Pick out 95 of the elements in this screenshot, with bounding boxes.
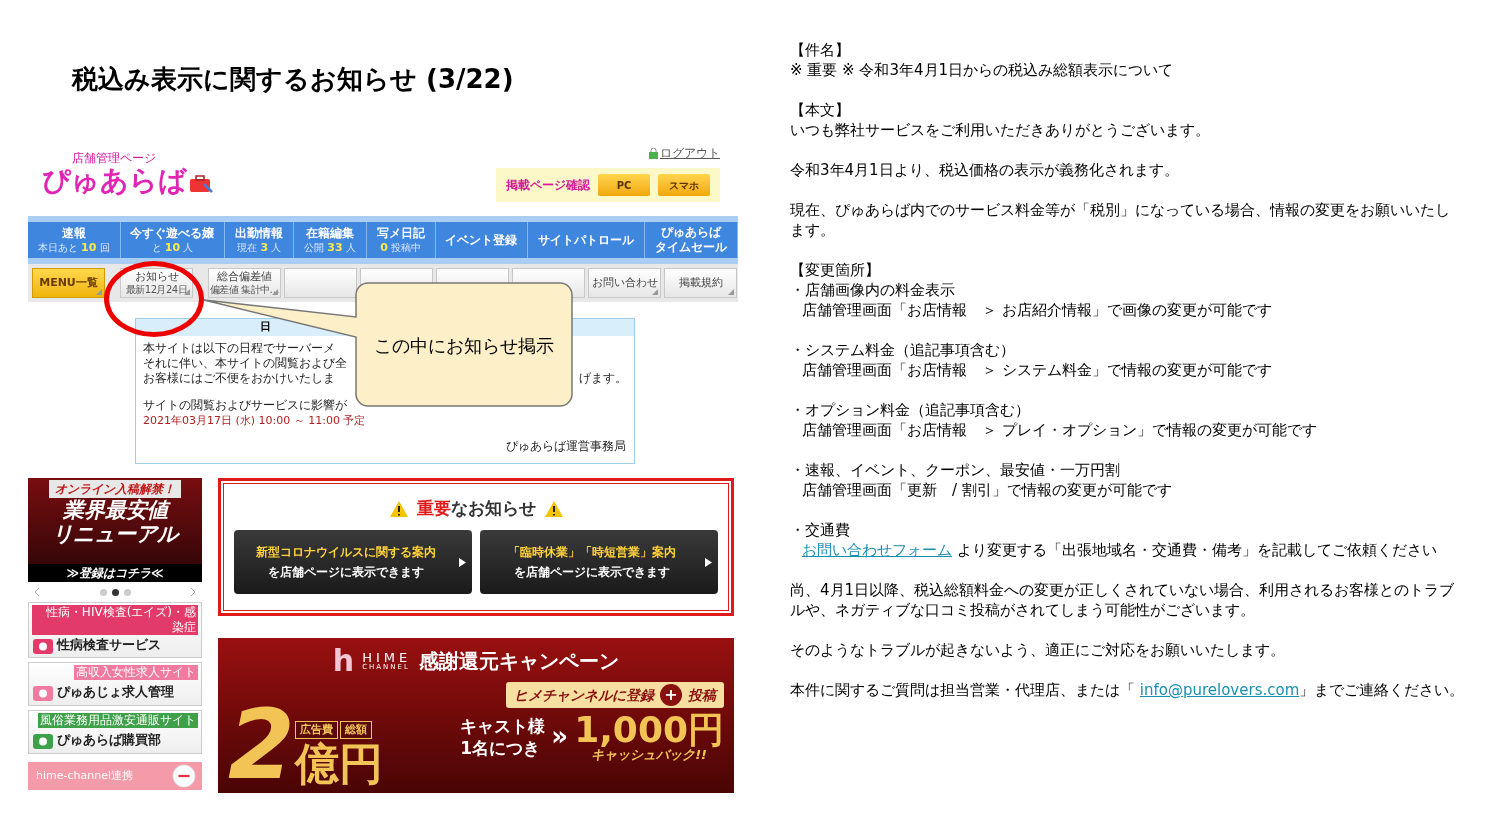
text-line: ・オプション料金（追記事項含む） — [790, 400, 1031, 420]
notice-text: 本サイトは以下の日程でサーバーメ — [143, 341, 335, 356]
corner-triangle-icon — [96, 289, 102, 295]
promo-banner[interactable]: オンライン入稿解禁！ 業界最安値 リニューアル ≫登録はコチラ≪ — [28, 478, 202, 582]
banner-text: ≫登録はコチラ≪ — [28, 564, 202, 582]
cashback-text: キャッシュバック!! — [591, 748, 707, 761]
nav-tab[interactable]: 写メ日記 0 投稿中 — [366, 222, 436, 258]
service-title: ぴゅあじょ求人管理 — [57, 682, 174, 701]
amount-tag: 総額 — [339, 720, 372, 739]
nav-tab[interactable]: 今すぐ遊べる嬢 と 10 人 — [120, 222, 226, 258]
text-line: そのようなトラブルが起きないよう、適正にご対応をお願いいたします。 — [790, 640, 1286, 660]
lock-icon — [649, 147, 658, 159]
minus-circle-icon[interactable] — [172, 764, 196, 788]
nav-tab[interactable]: ぴゅあらば タイムセール — [645, 222, 738, 258]
slide-title: 税込み表示に関するお知らせ (3/22) — [72, 66, 515, 92]
chevron-right-icon[interactable] — [190, 587, 196, 597]
brand-name: HIME — [362, 651, 412, 664]
shortcut-button[interactable]: 掲載規約 — [664, 268, 737, 298]
service-tag: 高収入女性求人サイト — [74, 665, 198, 680]
corner-triangle-icon — [728, 289, 734, 295]
shortcut-button[interactable] — [284, 268, 357, 298]
brand-mark: h — [332, 646, 355, 676]
notice-text: サイトの閲覧およびサービスに影響が — [143, 398, 347, 413]
text-line: 店舗管理画面「お店情報 ＞ システム料金」で情報の変更が可能です — [801, 360, 1273, 380]
campaign-title: 感謝還元キャンペーン — [419, 648, 620, 675]
service-tag: 風俗業務用品激安通販サイト — [38, 713, 198, 728]
notice-link-button[interactable]: 新型コロナウイルスに関する案内 を店舗ページに表示できます — [234, 529, 472, 594]
warning-icon — [388, 499, 409, 518]
toolbox-icon — [189, 174, 213, 194]
notice-text: げます。 — [579, 371, 627, 386]
text-line: いつも弊社サービスをご利用いただきありがとうございます。 — [790, 120, 1211, 140]
nav-tab[interactable]: サイトパトロール — [528, 222, 646, 258]
notice-text: それに伴い、本サイトの閲覧および全 — [143, 356, 347, 371]
shortcut-button[interactable]: 総合偏差値 偏差値 集計中… — [208, 268, 281, 298]
text-line: 尚、4月1日以降、税込総額料金への変更が正しくされていない場合、利用されるお客様とのトラブルや、ネガティブな口コミ投稿がされてしまう可能性がございます。 — [790, 580, 1456, 620]
service-tag: 性病・HIV検査(エイズ)・感染症 — [32, 605, 198, 635]
corner-triangle-icon — [272, 289, 278, 295]
nav-tab[interactable]: 出勤情報 現在 3 人 — [225, 222, 295, 258]
contact-form-link[interactable]: お問い合わせフォーム — [802, 541, 952, 559]
notice-title: 日 — [260, 319, 271, 336]
text-line: 【本文】 — [790, 100, 851, 120]
text-line: 本件に関するご質問は担当営業・代理店、または「 info@purelovers.com」までご連絡ください。 — [790, 680, 1464, 700]
nav-tab[interactable]: 在籍編集 公開 33 人 — [294, 222, 367, 258]
preview-button[interactable]: スマホ — [658, 174, 710, 196]
service-link-card[interactable]: 高収入女性求人サイト ぴゅあじょ求人管理 — [28, 662, 202, 706]
text-line: ・速報、イベント、クーポン、最安値・一万円割 — [790, 460, 1121, 480]
logo-subtitle: 店舗管理ページ — [71, 152, 157, 164]
amount-tag: 広告費 — [294, 720, 338, 739]
text-line: ・システム料金（追記事項含む） — [790, 340, 1016, 360]
play-arrow-icon — [705, 557, 712, 567]
service-title: 性病検査サービス — [57, 636, 161, 655]
shortcut-button[interactable]: お知らせ 最新12月24日 — [120, 268, 193, 298]
preview-label: 掲載ページ確認 — [506, 177, 590, 194]
preview-button[interactable]: PC — [598, 174, 650, 196]
nav-tab[interactable]: イベント登録 — [435, 222, 529, 258]
hime-channel-label: hime-channel連携 — [36, 767, 133, 784]
email-link[interactable]: info@purelovers.com — [1139, 681, 1300, 699]
callout-text: この中にお知らせ掲示 — [374, 334, 554, 358]
cashback-amount: 1,000円 — [574, 712, 724, 748]
shortcut-button[interactable]: お問い合わせ — [588, 268, 661, 298]
text-line: ・交通費 — [790, 520, 851, 540]
notice-link-button[interactable]: 「臨時休業」「時短営業」案内 を店舗ページに表示できます — [480, 529, 718, 594]
notice-signature: ぴゅあらば運営事務局 — [506, 438, 626, 455]
text-line: ※ 重要 ※ 令和3年4月1日からの税込み総額表示について — [790, 60, 1175, 80]
big-digit: 2 — [228, 697, 295, 793]
cast-text: キャスト様 — [460, 714, 546, 737]
text-line: お問い合わせフォーム より変更する「出張地域名・交通費・備考」を記載してご依頼ください — [801, 540, 1438, 560]
text-line: 店舗管理画面「お店情報 ＞ プレイ・オプション」で情報の変更が可能です — [801, 420, 1318, 440]
logout-link[interactable]: ログアウト — [660, 144, 720, 162]
service-link-card[interactable]: 風俗業務用品激安通販サイト ぴゅあらば購買部 — [28, 710, 202, 754]
play-arrow-icon — [459, 557, 466, 567]
text-line: ・店舗画像内の料金表示 — [790, 280, 956, 300]
text-line: 令和3年4月1日より、税込価格の表示が義務化されます。 — [790, 160, 1180, 180]
banner-text: オンライン入稿解禁！ — [49, 480, 181, 498]
arrow-text: » — [551, 720, 569, 753]
corner-triangle-icon — [652, 289, 658, 295]
maintenance-date: 2021年03月17日 (水) 10:00 ～ 11:00 予定 — [143, 413, 367, 428]
text-line: 【変更箇所】 — [790, 260, 881, 280]
important-title: 重要なお知らせ — [416, 497, 536, 520]
text-line: 店舗管理画面「更新 / 割引」で情報の変更が可能です — [801, 480, 1173, 500]
banner-text: リニューアル — [52, 522, 178, 546]
text-line: 現在、ぴゅあらば内でのサービス料金等が「税別」になっている場合、情報の変更をお願いいたします。 — [790, 200, 1451, 240]
menu-list-button[interactable]: MENU一覧 — [32, 268, 105, 298]
service-link-card[interactable]: 性病・HIV検査(エイズ)・感染症 性病検査サービス — [28, 602, 202, 658]
nav-tab[interactable]: 速報 本日あと 10 回 — [28, 222, 121, 258]
cast-text: 1名につき — [460, 736, 542, 759]
text-line: 店舗管理画面「お店情報 ＞ お店紹介情報」で画像の変更が可能です — [801, 300, 1273, 320]
text-line: 【件名】 — [790, 40, 851, 60]
notice-text: お客様にはご不便をおかけいたしま — [143, 371, 335, 386]
register-pill: ヒメチャンネルに登録 + 投稿 — [506, 682, 724, 708]
site-logo: ぴゅあらば — [42, 164, 187, 198]
warning-icon — [543, 499, 564, 518]
big-unit: 億円 — [294, 739, 383, 789]
service-title: ぴゅあらば購買部 — [57, 730, 161, 749]
chevron-left-icon[interactable] — [34, 587, 40, 597]
